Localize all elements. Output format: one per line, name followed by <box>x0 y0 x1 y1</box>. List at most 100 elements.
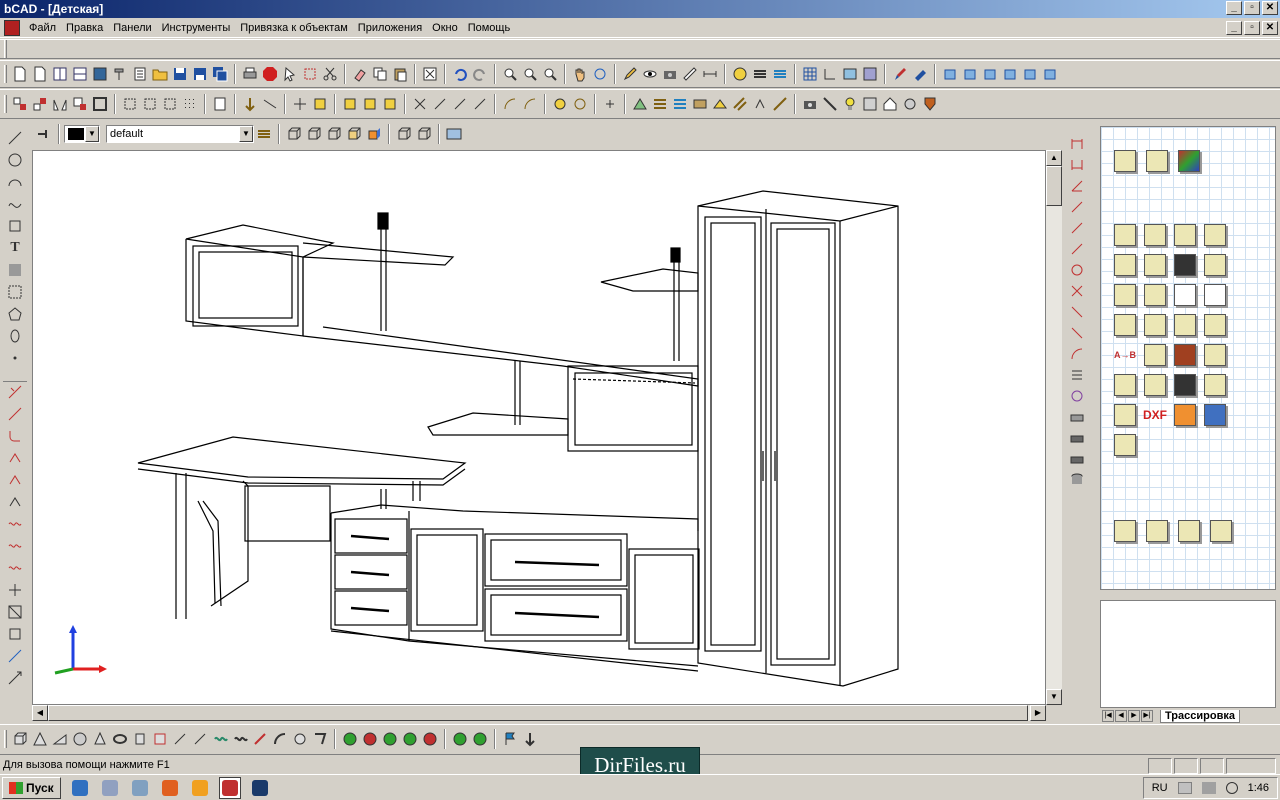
cube-edges-icon[interactable] <box>414 124 434 144</box>
scroll-thumb[interactable] <box>48 705 1028 721</box>
snap-center-icon[interactable] <box>310 94 330 114</box>
solid-check-icon[interactable] <box>450 729 470 749</box>
snap-circle-icon[interactable] <box>570 94 590 114</box>
anchor-tool-icon[interactable] <box>520 729 540 749</box>
camera-icon[interactable] <box>660 64 680 84</box>
print-icon[interactable] <box>240 64 260 84</box>
menu-help[interactable]: Помощь <box>463 18 516 38</box>
snap-midpoint-icon[interactable] <box>360 94 380 114</box>
table-icon[interactable] <box>1201 281 1229 309</box>
price-icon[interactable] <box>1111 311 1139 339</box>
bool-subtract-icon[interactable] <box>360 729 380 749</box>
texture-icon[interactable] <box>860 64 880 84</box>
printer-icon[interactable] <box>1067 449 1087 469</box>
rotate-icon[interactable] <box>5 668 25 688</box>
frame-icon[interactable] <box>90 94 110 114</box>
toolbar-grip[interactable] <box>4 729 7 748</box>
dim-arc-icon[interactable] <box>1067 260 1087 280</box>
page-icon[interactable] <box>210 94 230 114</box>
dxf-icon[interactable]: DXF <box>1141 401 1169 429</box>
region-icon[interactable] <box>5 282 25 302</box>
view-back-icon[interactable] <box>1040 64 1060 84</box>
dim-baseline-icon[interactable] <box>1067 344 1087 364</box>
photoshop-icon[interactable] <box>249 777 271 799</box>
view-left-icon[interactable] <box>980 64 1000 84</box>
arc-icon[interactable] <box>5 172 25 192</box>
ie-icon[interactable] <box>69 777 91 799</box>
cube-wire-icon[interactable] <box>284 124 304 144</box>
toolbar-grip[interactable] <box>4 95 7 113</box>
bool-union-icon[interactable] <box>340 729 360 749</box>
chamfer-icon[interactable] <box>5 448 25 468</box>
copy-mirror-icon[interactable] <box>5 624 25 644</box>
pipe-icon[interactable] <box>250 729 270 749</box>
snap-grid-icon[interactable] <box>120 94 140 114</box>
database-icon[interactable] <box>1067 470 1087 490</box>
color-dropdown[interactable]: ▼ <box>64 125 100 143</box>
cost-icon[interactable] <box>1201 311 1229 339</box>
cut-icon[interactable] <box>420 64 440 84</box>
layer-dropdown[interactable]: default ▼ <box>106 125 254 143</box>
panel-curve-icon[interactable] <box>1201 221 1229 249</box>
spotlight-icon[interactable] <box>820 94 840 114</box>
minimize-button[interactable]: _ <box>1226 1 1242 15</box>
dim-chain-icon[interactable] <box>1067 323 1087 343</box>
price-table-icon[interactable] <box>1141 311 1169 339</box>
image-icon[interactable] <box>840 64 860 84</box>
books-icon[interactable] <box>1201 401 1229 429</box>
scale-icon[interactable] <box>5 646 25 666</box>
box-solid-icon[interactable] <box>10 729 30 749</box>
chevron-down-icon[interactable]: ▼ <box>239 126 253 142</box>
first-tab-icon[interactable]: |◀ <box>1102 710 1114 722</box>
properties-panel[interactable] <box>1100 600 1276 708</box>
ucs-icon[interactable] <box>1067 386 1087 406</box>
revolve-icon[interactable] <box>170 729 190 749</box>
pattern-icon[interactable] <box>730 94 750 114</box>
paste-icon[interactable] <box>390 64 410 84</box>
volume-icon[interactable] <box>1225 782 1238 794</box>
sheet-icon[interactable] <box>1171 311 1199 339</box>
cursor-icon[interactable] <box>1201 341 1229 369</box>
dim-diameter-icon[interactable] <box>1067 218 1087 238</box>
walk-icon[interactable] <box>750 94 770 114</box>
orbit-icon[interactable] <box>590 64 610 84</box>
scroll-left-icon[interactable]: ◀ <box>32 705 48 721</box>
panel-corner-icon[interactable] <box>1171 221 1199 249</box>
cube-outline-icon[interactable] <box>394 124 414 144</box>
scroll-up-icon[interactable]: ▲ <box>1046 150 1062 166</box>
scene-icon[interactable] <box>860 94 880 114</box>
cube-render-icon[interactable] <box>364 124 384 144</box>
menu-tools[interactable]: Инструменты <box>157 18 236 38</box>
select-arrow-icon[interactable] <box>280 64 300 84</box>
menu-file[interactable]: Файл <box>24 18 61 38</box>
zoom-out-icon[interactable] <box>540 64 560 84</box>
prev-tab-icon[interactable]: ◀ <box>1115 710 1127 722</box>
spline-icon[interactable] <box>5 194 25 214</box>
snap-arc-icon[interactable] <box>500 94 520 114</box>
bool-split-icon[interactable] <box>400 729 420 749</box>
edit-furniture-icon[interactable] <box>1111 147 1139 175</box>
cylinder-icon[interactable] <box>130 729 150 749</box>
fillet-icon[interactable] <box>5 426 25 446</box>
dim-angle-icon[interactable] <box>1067 176 1087 196</box>
panel-icon[interactable] <box>1111 221 1139 249</box>
home-icon[interactable] <box>880 94 900 114</box>
section-icon[interactable] <box>5 602 25 622</box>
light-icon[interactable] <box>710 94 730 114</box>
drawing-canvas[interactable] <box>32 150 1046 705</box>
bulb-icon[interactable] <box>840 94 860 114</box>
layer-props-icon[interactable] <box>770 64 790 84</box>
dim-ordinate-icon[interactable] <box>1067 239 1087 259</box>
hammer-icon[interactable] <box>110 64 130 84</box>
view-front-icon[interactable] <box>940 64 960 84</box>
pan-hand-icon[interactable] <box>570 64 590 84</box>
hatch-fill-icon[interactable] <box>5 260 25 280</box>
spring-icon[interactable] <box>210 729 230 749</box>
zoom-in-icon[interactable] <box>520 64 540 84</box>
print-preview-icon[interactable] <box>1067 428 1087 448</box>
material-icon[interactable] <box>630 94 650 114</box>
eraser-icon[interactable] <box>350 64 370 84</box>
snap-points-icon[interactable] <box>140 94 160 114</box>
snap-quadrant-icon[interactable] <box>520 94 540 114</box>
dim-linear-icon[interactable] <box>1067 134 1087 154</box>
